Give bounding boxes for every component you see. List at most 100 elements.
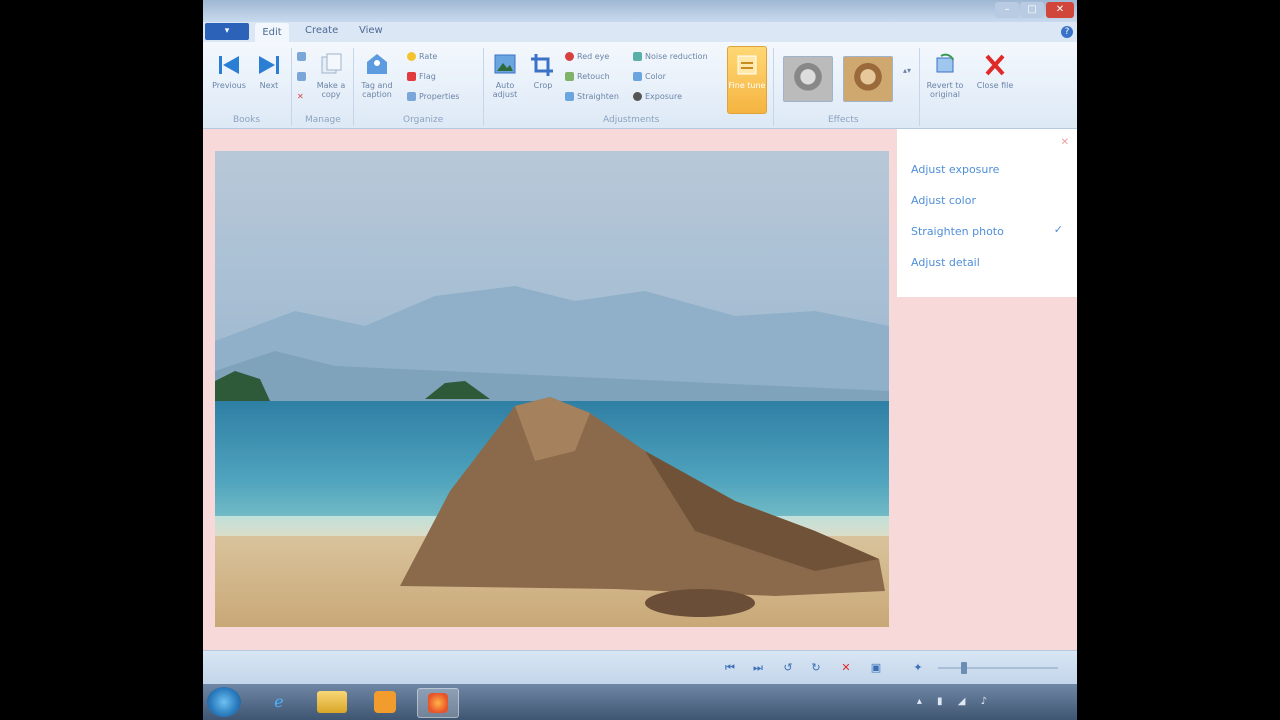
- star-icon: [407, 52, 416, 61]
- actual-size-icon[interactable]: ✦: [911, 661, 925, 675]
- photo-preview[interactable]: [215, 151, 889, 627]
- tag-caption-button[interactable]: Tag and caption: [357, 48, 397, 110]
- previous-button[interactable]: Previous: [209, 48, 249, 110]
- rotate-left-icon[interactable]: [297, 52, 309, 61]
- title-bar[interactable]: – □ ✕: [203, 0, 1077, 22]
- adjust-color-option[interactable]: Adjust color: [911, 194, 976, 207]
- next-icon: [259, 56, 279, 74]
- rate-label: Rate: [419, 52, 438, 61]
- crop-icon: [531, 54, 553, 76]
- red-eye-label: Red eye: [577, 52, 610, 61]
- next-button[interactable]: Next: [249, 48, 289, 110]
- group-label-effects: Effects: [828, 115, 859, 125]
- color-button[interactable]: Color: [633, 72, 666, 81]
- delete-icon[interactable]: ✕: [297, 92, 304, 101]
- auto-adjust-label: Auto adjust: [492, 81, 518, 99]
- revert-button[interactable]: Revert to original: [925, 48, 965, 110]
- straighten-button[interactable]: Straighten: [565, 92, 619, 101]
- red-eye-button[interactable]: Red eye: [565, 52, 609, 61]
- maximize-button[interactable]: □: [1020, 2, 1044, 18]
- photo-gallery-window: – □ ✕ ▾ Edit Create View ? Previous Next…: [203, 0, 1077, 720]
- color-icon: [633, 72, 642, 81]
- tag-caption-label: Tag and caption: [361, 81, 393, 99]
- flag-button[interactable]: Flag: [407, 72, 436, 81]
- adjust-exposure-option[interactable]: Adjust exposure: [911, 163, 999, 176]
- group-label-manage: Manage: [305, 115, 341, 125]
- noise-reduction-button[interactable]: Noise reduction: [633, 52, 708, 61]
- effect-sepia-thumbnail[interactable]: [843, 56, 893, 102]
- revert-label: Revert to original: [926, 81, 964, 99]
- properties-label: Properties: [419, 92, 460, 101]
- effect-black-white-thumbnail[interactable]: [783, 56, 833, 102]
- taskbar: ℯ ▴ ▮ ◢ ♪: [203, 684, 1077, 720]
- copy-icon: [321, 53, 342, 74]
- retouch-icon: [565, 72, 574, 81]
- exposure-icon: [633, 92, 642, 101]
- minimize-button[interactable]: –: [995, 2, 1019, 18]
- crop-label: Crop: [533, 81, 553, 90]
- fine-tune-panel: ✕ Adjust exposure Adjust color Straighte…: [897, 129, 1077, 297]
- ribbon-divider: [773, 48, 774, 126]
- panel-close-icon[interactable]: ✕: [1061, 137, 1069, 148]
- rotate-right-icon[interactable]: ↻: [809, 661, 823, 675]
- rotate-left-icon[interactable]: ↺: [781, 661, 795, 675]
- close-file-label: Close file: [976, 81, 1014, 90]
- ribbon-divider: [353, 48, 354, 126]
- file-explorer-icon[interactable]: [317, 691, 347, 713]
- flag-icon: [407, 72, 416, 81]
- delete-icon[interactable]: ✕: [839, 661, 853, 675]
- group-label-adjustments: Adjustments: [603, 115, 660, 125]
- fine-tune-icon: [737, 55, 757, 75]
- photo-gallery-taskbar-icon[interactable]: [417, 688, 459, 718]
- close-file-icon: [985, 54, 1005, 76]
- straighten-label: Straighten: [577, 92, 619, 101]
- tab-create[interactable]: Create: [305, 25, 338, 36]
- previous-photo-icon[interactable]: ⏮: [723, 661, 737, 675]
- edit-area: ✕ Adjust exposure Adjust color Straighte…: [203, 129, 1077, 650]
- zoom-slider-thumb[interactable]: [961, 662, 967, 674]
- exposure-label: Exposure: [645, 92, 683, 101]
- close-file-button[interactable]: Close file: [975, 48, 1015, 110]
- system-tray-icons[interactable]: ▴ ▮ ◢ ♪: [917, 696, 993, 707]
- properties-icon: [407, 92, 416, 101]
- group-label-organize: Organize: [403, 115, 444, 125]
- checkmark-icon: ✓: [1053, 223, 1063, 236]
- make-copy-button[interactable]: Make a copy: [311, 48, 351, 110]
- color-label: Color: [645, 72, 666, 81]
- effects-more-icon[interactable]: ▴▾: [903, 66, 911, 75]
- rate-button[interactable]: Rate: [407, 52, 437, 61]
- ribbon-divider: [919, 48, 920, 126]
- adjust-detail-option[interactable]: Adjust detail: [911, 256, 980, 269]
- app-menu-button[interactable]: ▾: [205, 23, 249, 40]
- fine-tune-label: Fine tune: [728, 81, 766, 90]
- make-copy-label: Make a copy: [316, 81, 346, 99]
- flag-label: Flag: [419, 72, 436, 81]
- auto-adjust-icon: [494, 54, 516, 74]
- zoom-slider[interactable]: [938, 667, 1058, 669]
- previous-label: Previous: [212, 81, 246, 90]
- internet-explorer-icon[interactable]: ℯ: [259, 688, 299, 716]
- revert-icon: [936, 53, 954, 73]
- media-player-icon[interactable]: [365, 688, 405, 716]
- slideshow-icon[interactable]: ▣: [869, 661, 883, 675]
- help-icon[interactable]: ?: [1061, 26, 1073, 38]
- ribbon: Previous Next Books ✕ Make a copy Manage…: [203, 42, 1077, 129]
- retouch-button[interactable]: Retouch: [565, 72, 610, 81]
- auto-adjust-button[interactable]: Auto adjust: [485, 48, 525, 110]
- tag-icon: [367, 54, 387, 74]
- ribbon-divider: [291, 48, 292, 126]
- tab-edit[interactable]: Edit: [255, 23, 289, 42]
- previous-icon: [219, 56, 239, 74]
- next-photo-icon[interactable]: ⏭: [751, 661, 765, 675]
- straighten-photo-option[interactable]: Straighten photo: [911, 225, 1004, 238]
- status-bar: ⏮ ⏭ ↺ ↻ ✕ ▣ ✦: [203, 650, 1077, 685]
- properties-button[interactable]: Properties: [407, 92, 459, 101]
- crop-button[interactable]: Crop: [523, 48, 563, 110]
- fine-tune-button[interactable]: Fine tune: [727, 46, 767, 114]
- close-window-button[interactable]: ✕: [1046, 2, 1074, 18]
- exposure-button[interactable]: Exposure: [633, 92, 682, 101]
- rotate-right-icon[interactable]: [297, 72, 309, 81]
- tab-view[interactable]: View: [359, 25, 383, 36]
- noise-reduction-label: Noise reduction: [645, 52, 708, 61]
- start-button[interactable]: [207, 687, 241, 717]
